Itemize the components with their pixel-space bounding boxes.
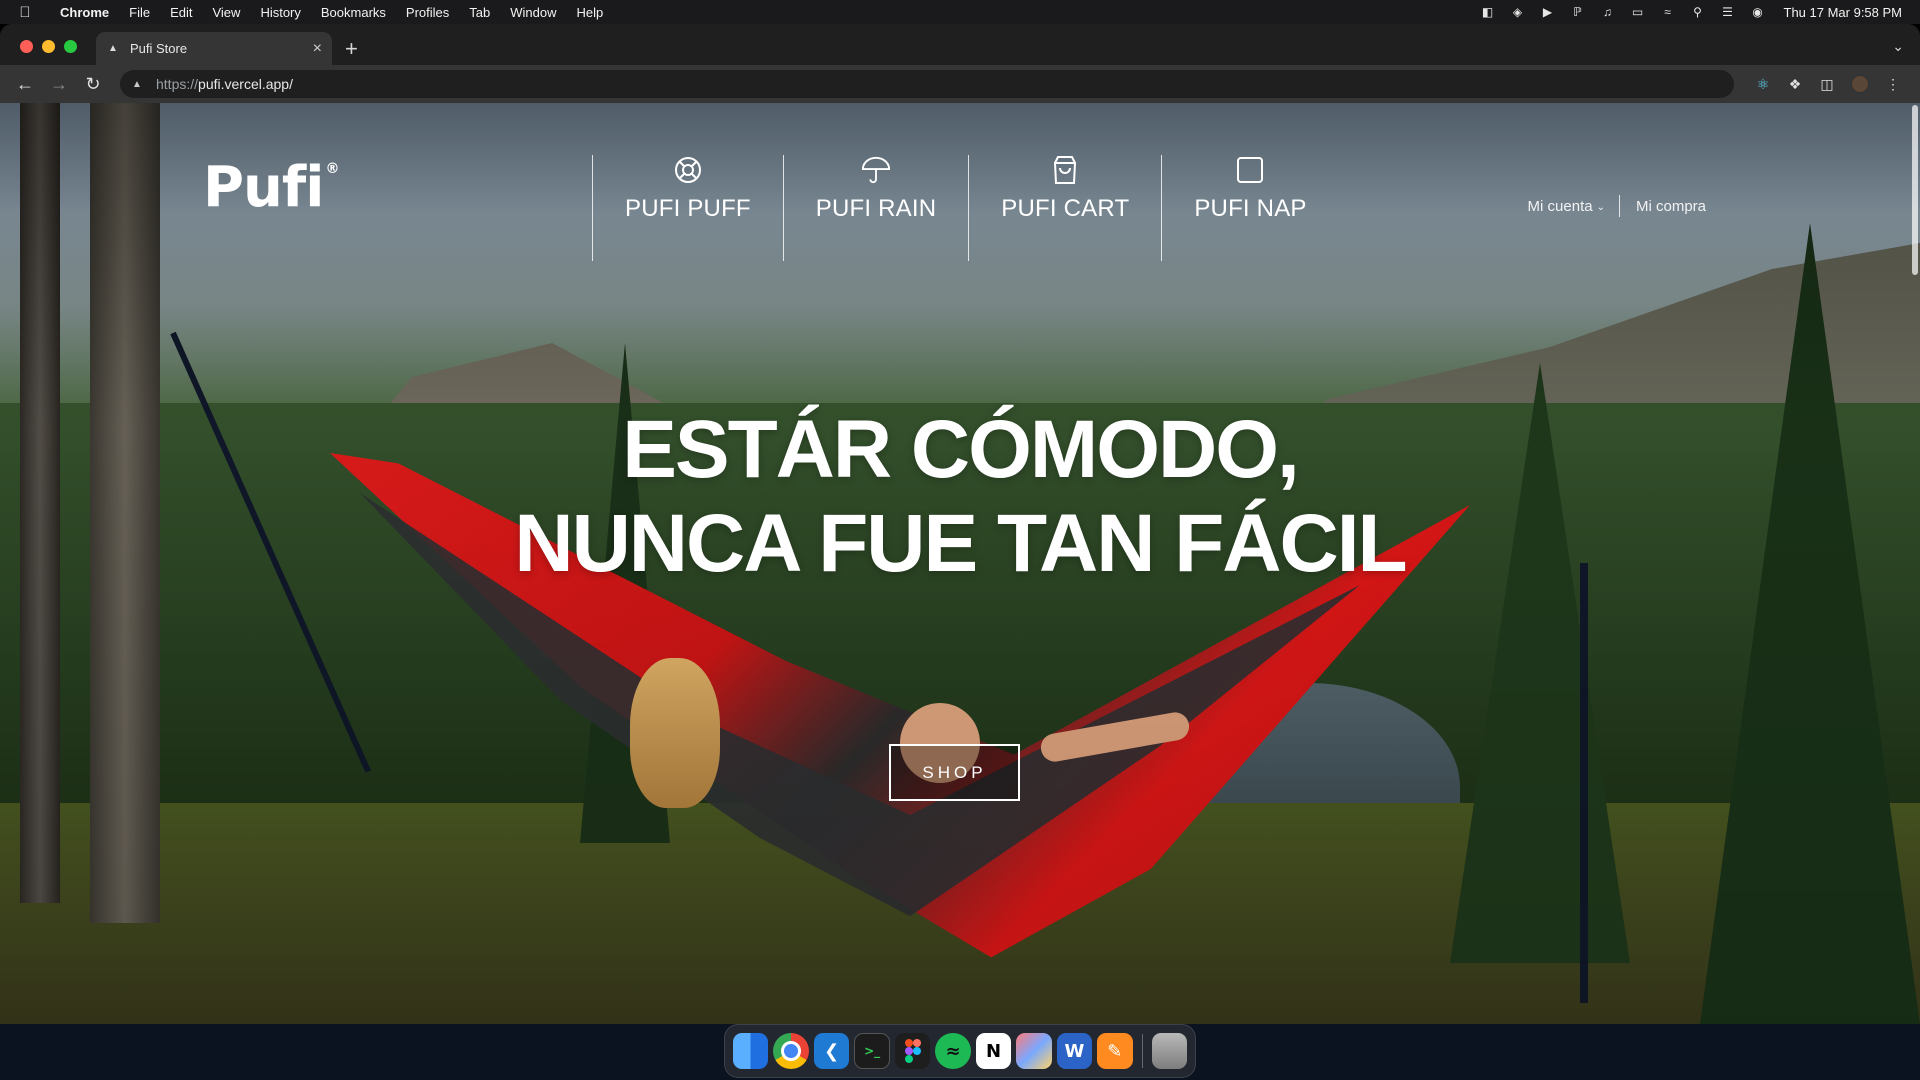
menu-window[interactable]: Window [500, 5, 566, 20]
bluetooth-off-icon[interactable]: ℙ [1570, 5, 1586, 19]
url-scheme: https:// [156, 76, 199, 92]
battery-icon[interactable]: ▭ [1630, 5, 1646, 19]
vercel-triangle-icon: ▲ [108, 43, 118, 54]
scrollbar-thumb[interactable] [1912, 105, 1918, 275]
menu-bookmarks[interactable]: Bookmarks [311, 5, 396, 20]
profile-avatar[interactable] [1850, 74, 1870, 94]
minimize-window-button[interactable] [42, 40, 55, 53]
tab-pufi-store[interactable]: ▲ Pufi Store × [96, 32, 332, 65]
site-info-icon[interactable]: ▲ [132, 79, 146, 90]
page-scrollbar[interactable] [1910, 103, 1920, 1024]
browser-window: ▲ Pufi Store × + ⌄ ← → ↻ ▲ https:// pufi… [0, 24, 1920, 1024]
nav-label: PUFI RAIN [815, 195, 937, 222]
menu-edit[interactable]: Edit [160, 5, 202, 20]
tab-strip: ▲ Pufi Store × + ⌄ [0, 24, 1920, 65]
menu-tab[interactable]: Tab [459, 5, 500, 20]
launchpad-icon[interactable] [1016, 1033, 1052, 1069]
hero-title-line2: NUNCA FUE TAN FÁCIL [514, 498, 1407, 589]
pufi-logo[interactable]: Pufi ® [203, 155, 339, 220]
main-nav: PUFI PUFF PUFI RAIN PUFI CART PUFI NAP [592, 155, 1339, 261]
fullscreen-window-button[interactable] [64, 40, 77, 53]
macos-dock: ❮ >_ ≈ N W ✎ [724, 1024, 1196, 1078]
dock-divider [1141, 1034, 1143, 1068]
square-icon [1235, 155, 1265, 185]
sidebar-toggle-icon[interactable]: ◧ [1480, 5, 1496, 19]
address-bar[interactable]: ▲ https:// pufi.vercel.app/ [120, 70, 1734, 98]
browser-toolbar: ← → ↻ ▲ https:// pufi.vercel.app/ ⚛ ❖ ◫ … [0, 65, 1920, 103]
spotlight-search-icon[interactable]: ⚲ [1690, 5, 1706, 19]
word-icon[interactable]: W [1056, 1033, 1093, 1069]
menu-file[interactable]: File [119, 5, 160, 20]
siri-icon[interactable]: ◉ [1750, 5, 1766, 19]
menu-view[interactable]: View [202, 5, 250, 20]
close-window-button[interactable] [20, 40, 33, 53]
menu-profiles[interactable]: Profiles [396, 5, 459, 20]
menu-app-chrome[interactable]: Chrome [50, 5, 119, 20]
new-tab-button[interactable]: + [345, 36, 358, 62]
page-viewport: Pufi ® PUFI PUFF PUFI RAIN PUFI CART PUF… [0, 103, 1920, 1024]
account-nav: Mi cuenta ⌄ Mi compra [1528, 195, 1706, 217]
menubar-clock[interactable]: Thu 17 Mar 9:58 PM [1784, 5, 1903, 20]
nav-pufi-cart[interactable]: PUFI CART [968, 155, 1161, 261]
react-devtools-icon[interactable]: ⚛ [1754, 75, 1772, 93]
nav-label: PUFI CART [1001, 195, 1130, 222]
extensions-area: ⚛ ❖ ◫ ⋮ [1746, 74, 1910, 94]
tab-title: Pufi Store [130, 41, 188, 56]
spotify-icon[interactable]: ≈ [935, 1033, 971, 1069]
control-center-icon[interactable]: ☰ [1720, 5, 1736, 19]
window-controls [20, 40, 77, 53]
macos-menubar:  Chrome File Edit View History Bookmark… [0, 0, 1920, 24]
mute-icon[interactable]: ♫ [1600, 5, 1616, 19]
layers-icon[interactable]: ◈ [1510, 5, 1526, 19]
close-tab-icon[interactable]: × [313, 40, 322, 58]
menu-help[interactable]: Help [567, 5, 614, 20]
pages-icon[interactable]: ✎ [1097, 1033, 1133, 1069]
account-dropdown[interactable]: Mi cuenta ⌄ [1528, 198, 1619, 215]
back-button[interactable]: ← [10, 69, 40, 99]
forward-button[interactable]: → [44, 69, 74, 99]
nav-pufi-puff[interactable]: PUFI PUFF [592, 155, 783, 261]
nav-label: PUFI PUFF [625, 195, 751, 222]
side-panel-icon[interactable]: ◫ [1818, 75, 1836, 93]
more-menu-icon[interactable]: ⋮ [1884, 75, 1902, 93]
trash-icon[interactable] [1151, 1033, 1187, 1069]
menu-history[interactable]: History [250, 5, 310, 20]
umbrella-icon [861, 155, 891, 185]
notion-icon[interactable]: N [975, 1033, 1012, 1069]
hero-title: ESTÁR CÓMODO, NUNCA FUE TAN FÁCIL [0, 403, 1920, 591]
my-purchase-link[interactable]: Mi compra [1620, 198, 1706, 215]
url-host: pufi.vercel.app/ [198, 76, 293, 92]
vscode-icon[interactable]: ❮ [813, 1033, 850, 1069]
lifebuoy-icon [673, 155, 703, 185]
chrome-icon[interactable] [773, 1033, 809, 1069]
reload-button[interactable]: ↻ [78, 69, 108, 99]
shopping-bag-icon [1050, 155, 1080, 185]
play-circle-icon[interactable]: ▶ [1540, 5, 1556, 19]
hero-title-line1: ESTÁR CÓMODO, [622, 404, 1300, 495]
apple-menu-icon[interactable]:  [0, 4, 50, 21]
account-label: Mi cuenta [1527, 197, 1593, 215]
nav-pufi-rain[interactable]: PUFI RAIN [782, 155, 968, 261]
nav-label: PUFI NAP [1194, 195, 1307, 222]
shop-button[interactable]: SHOP [889, 744, 1020, 801]
wifi-off-icon[interactable]: ≈ [1660, 5, 1676, 19]
finder-icon[interactable] [733, 1033, 769, 1069]
nav-pufi-nap[interactable]: PUFI NAP [1161, 155, 1338, 261]
terminal-icon[interactable]: >_ [854, 1033, 890, 1069]
registered-mark: ® [325, 161, 339, 177]
extensions-puzzle-icon[interactable]: ❖ [1786, 75, 1804, 93]
chevron-down-icon: ⌄ [1596, 201, 1605, 213]
status-area: ◧ ◈ ▶ ℙ ♫ ▭ ≈ ⚲ ☰ ◉ Thu 17 Mar 9:58 PM [1480, 5, 1920, 20]
figma-icon[interactable] [894, 1033, 931, 1069]
logo-text: Pufi [203, 155, 324, 220]
tab-search-chevron-icon[interactable]: ⌄ [1892, 38, 1904, 55]
